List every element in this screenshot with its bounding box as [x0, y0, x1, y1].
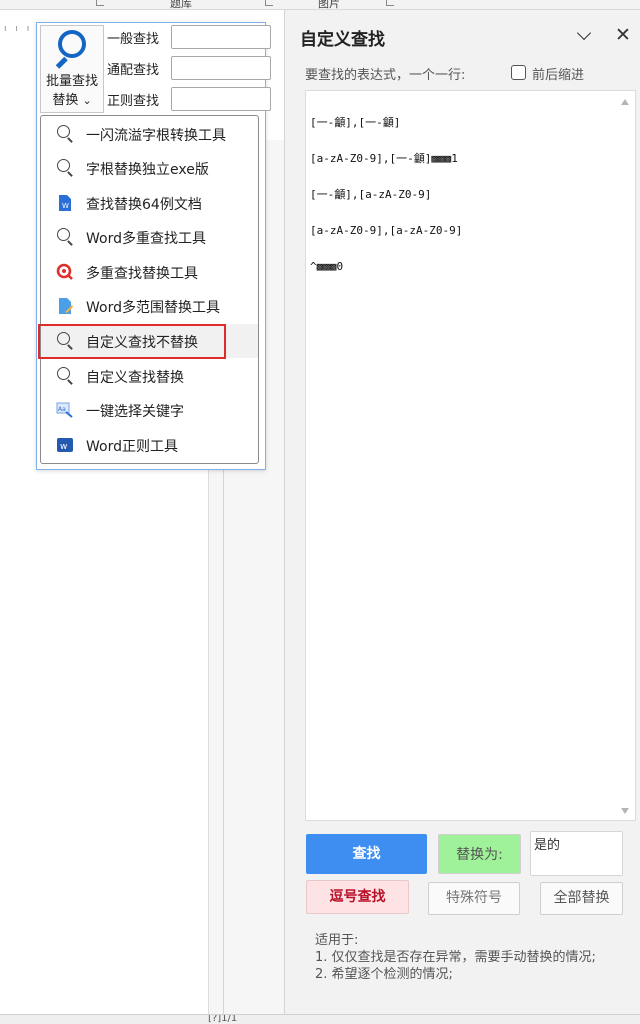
- wildcard-find-label: 通配查找: [107, 63, 160, 78]
- menu-item-multi-find-replace[interactable]: 多重查找替换工具: [41, 255, 258, 289]
- menu-item-radical-convert[interactable]: 一闪流溢字根转换工具: [41, 117, 258, 151]
- red-search-icon: [56, 263, 74, 281]
- ribbon-strip: 题库 图片: [0, 0, 640, 10]
- applies-item: 2. 希望逐个检测的情况;: [315, 967, 453, 982]
- batch-button-label-2: 替换 ⌄: [52, 93, 92, 108]
- svg-text:w: w: [60, 442, 67, 452]
- expression-line: [a-zA-Z0-9],[一-龥]▩▩▩1: [310, 152, 458, 165]
- general-find-input[interactable]: [171, 25, 271, 49]
- general-find-row: 一般查找: [107, 25, 271, 49]
- expression-line: [一-龥],[一-龥]: [310, 116, 401, 129]
- wildcard-find-row: 通配查找: [107, 56, 271, 80]
- highlight-annotation-box: [38, 324, 226, 359]
- custom-find-pane: 自定义查找 ✕ 要查找的表达式，一个一行: 前后缩进 [一-龥],[一-龥] […: [284, 10, 640, 1014]
- search-icon: [56, 367, 74, 385]
- scroll-down-arrow[interactable]: [621, 808, 629, 814]
- ribbon-group-label: 图片: [318, 0, 340, 10]
- menu-item-word-multi-find[interactable]: Word多重查找工具: [41, 220, 258, 254]
- chevron-down-icon[interactable]: [575, 26, 597, 46]
- keyword-select-icon: Aa: [56, 401, 74, 419]
- ruler-ticks: ı ı ı: [4, 24, 33, 34]
- menu-item-keyword-select[interactable]: Aa 一键选择关键字: [41, 393, 258, 427]
- replace-all-button[interactable]: 全部替换: [540, 882, 623, 915]
- regex-find-row: 正则查找: [107, 87, 271, 111]
- menu-item-word-regex[interactable]: w Word正则工具: [41, 428, 258, 462]
- expression-label: 要查找的表达式，一个一行:: [305, 68, 466, 83]
- replace-with-input[interactable]: 是的: [530, 831, 623, 876]
- replace-as-button[interactable]: 替换为:: [438, 834, 521, 874]
- search-icon: [56, 228, 74, 246]
- expression-line: ^▩▩▩0: [310, 260, 344, 273]
- word-doc-icon: W: [56, 194, 74, 212]
- batch-find-replace-button[interactable]: 批量查找 替换 ⌄: [40, 25, 104, 113]
- indent-label: 前后缩进: [532, 68, 585, 83]
- expression-line: [一-龥],[a-zA-Z0-9]: [310, 188, 432, 201]
- svg-text:Aa: Aa: [58, 406, 66, 413]
- applies-item: 1. 仅仅查找是否存在异常，需要手动替换的情况;: [315, 950, 596, 965]
- magnifier-icon: [58, 30, 86, 58]
- expression-line: [a-zA-Z0-9],[a-zA-Z0-9]: [310, 224, 463, 237]
- batch-button-label: 批量查找: [45, 74, 98, 89]
- menu-item-64-examples[interactable]: W 查找替换64例文档: [41, 186, 258, 220]
- indent-checkbox[interactable]: [511, 65, 526, 80]
- regex-find-label: 正则查找: [107, 94, 160, 109]
- general-find-label: 一般查找: [107, 32, 160, 47]
- ribbon-group-label: 题库: [170, 0, 192, 10]
- menu-item-custom-find-replace[interactable]: 自定义查找替换: [41, 359, 258, 393]
- wildcard-find-input[interactable]: [171, 56, 271, 80]
- scroll-up-arrow[interactable]: [621, 99, 629, 105]
- menu-item-radical-exe[interactable]: 字根替换独立exe版: [41, 151, 258, 185]
- page-indicator: [?]1/1: [208, 1014, 238, 1024]
- find-button[interactable]: 查找: [306, 834, 427, 874]
- dialog-launcher-icon[interactable]: [265, 0, 273, 6]
- dialog-launcher-icon[interactable]: [96, 0, 104, 6]
- comma-find-button[interactable]: 逗号查找: [306, 880, 409, 914]
- expression-textarea[interactable]: [一-龥],[一-龥] [a-zA-Z0-9],[一-龥]▩▩▩1 [一-龥],…: [305, 90, 636, 821]
- word-regex-icon: w: [56, 436, 74, 454]
- search-icon: [56, 159, 74, 177]
- menu-item-word-multi-range[interactable]: Word多范围替换工具: [41, 289, 258, 323]
- batch-find-group: 批量查找 替换 ⌄ 一般查找 通配查找 正则查找 一闪流溢字根转换工具 字根替换…: [36, 22, 271, 470]
- expression-text: [一-龥],[一-龥] [a-zA-Z0-9],[一-龥]▩▩▩1 [一-龥],…: [310, 93, 610, 297]
- regex-find-input[interactable]: [171, 87, 271, 111]
- special-symbols-button[interactable]: 特殊符号: [428, 882, 520, 915]
- batch-find-dropdown-menu: 一闪流溢字根转换工具 字根替换独立exe版 W 查找替换64例文档 Word多重…: [38, 115, 259, 464]
- search-icon: [56, 125, 74, 143]
- pane-title: 自定义查找: [300, 30, 385, 50]
- applies-to-text: 适用于: 1. 仅仅查找是否存在异常，需要手动替换的情况; 2. 希望逐个检测的…: [315, 932, 596, 983]
- applies-title: 适用于:: [315, 933, 359, 948]
- file-edit-icon: [56, 297, 74, 315]
- magnifier-handle: [55, 56, 68, 69]
- close-icon[interactable]: ✕: [615, 26, 633, 45]
- chevron-down-icon: ⌄: [82, 94, 92, 107]
- svg-text:W: W: [62, 202, 69, 210]
- status-bar: [?]1/1: [0, 1014, 640, 1024]
- dialog-launcher-icon[interactable]: [386, 0, 394, 6]
